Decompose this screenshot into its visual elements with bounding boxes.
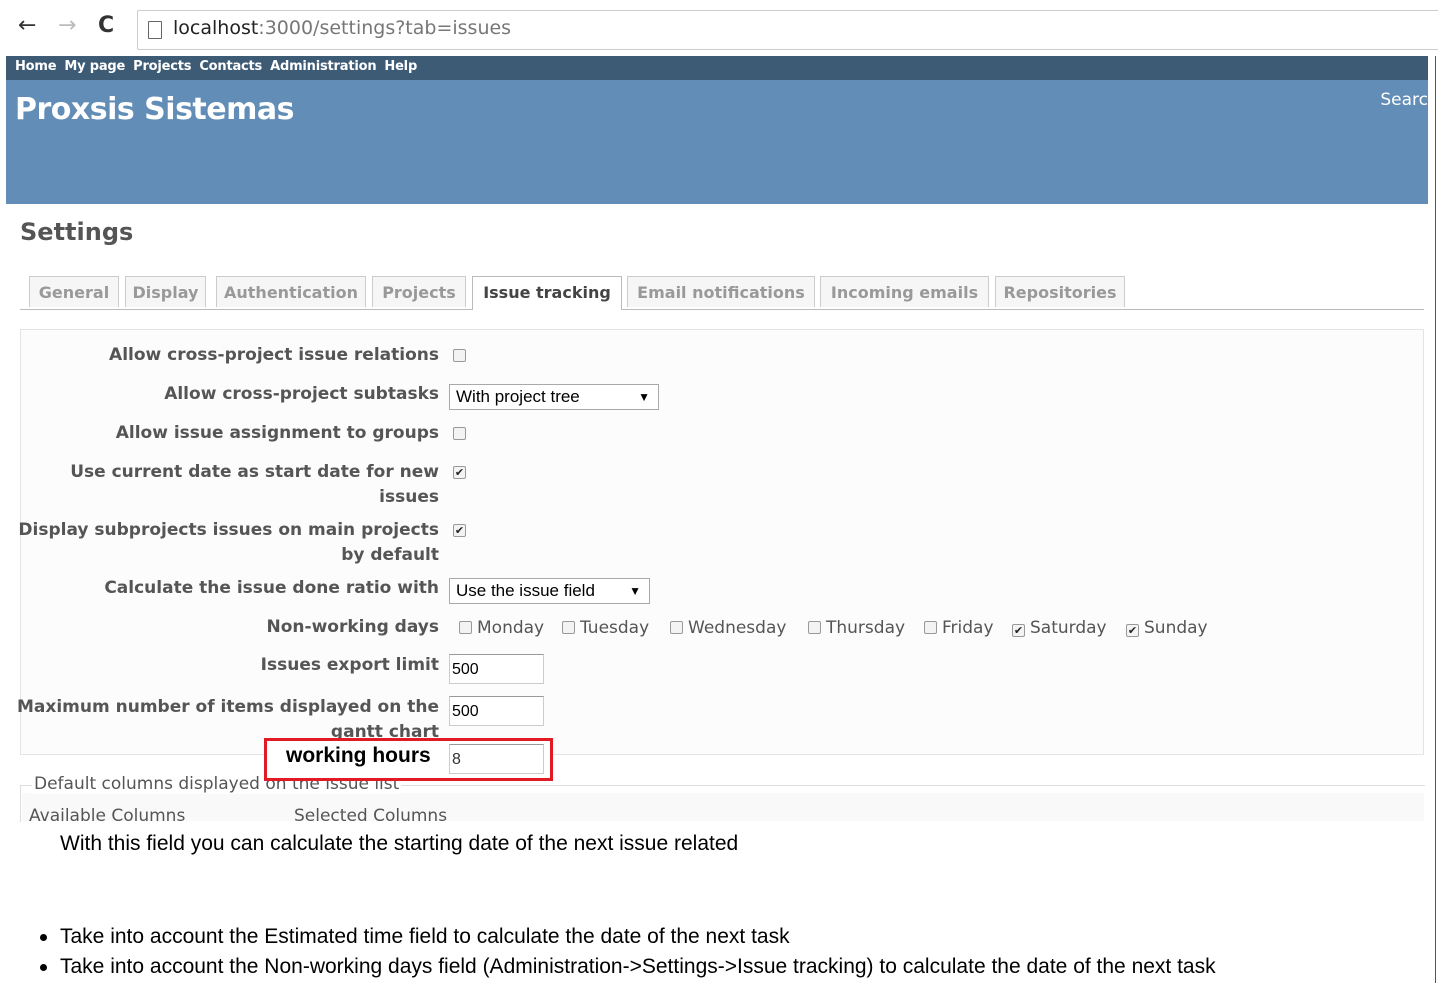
available-columns-label: Available Columns bbox=[29, 806, 186, 821]
menu-administration[interactable]: Administration bbox=[270, 56, 376, 78]
browser-toolbar: ← → C localhost:3000/settings?tab=issues bbox=[0, 0, 1438, 56]
menu-home[interactable]: Home bbox=[15, 56, 57, 78]
day-sunday-label: Sunday bbox=[1144, 618, 1208, 638]
url-text: localhost:3000/settings?tab=issues bbox=[173, 17, 511, 39]
day-monday-checkbox[interactable] bbox=[459, 621, 472, 634]
tab-incoming-emails[interactable]: Incoming emails bbox=[820, 276, 989, 307]
day-saturday[interactable]: ✔ Saturday bbox=[1012, 618, 1107, 638]
menu-projects[interactable]: Projects bbox=[133, 56, 191, 78]
day-monday[interactable]: Monday bbox=[459, 618, 544, 638]
assignment-to-groups-label: Allow issue assignment to groups bbox=[115, 423, 439, 443]
tab-email-notifications[interactable]: Email notifications bbox=[627, 276, 815, 307]
day-friday[interactable]: Friday bbox=[924, 618, 994, 638]
chevron-down-icon: ▼ bbox=[638, 390, 650, 404]
current-date-start-checkbox[interactable]: ✔ bbox=[453, 466, 466, 479]
day-saturday-checkbox[interactable]: ✔ bbox=[1012, 624, 1025, 637]
columns-fieldset-content: Available Columns Selected Columns bbox=[22, 793, 1424, 821]
working-hours-label: working hours bbox=[286, 744, 431, 767]
selected-columns-label: Selected Columns bbox=[294, 806, 448, 821]
cross-project-subtasks-select[interactable]: With project tree ▼ bbox=[449, 384, 659, 410]
gantt-items-input[interactable]: 500 bbox=[449, 696, 544, 726]
working-hours-input[interactable]: 8 bbox=[449, 744, 544, 774]
tab-display[interactable]: Display bbox=[125, 276, 206, 307]
current-date-start-label-line2: issues bbox=[379, 487, 439, 507]
day-monday-label: Monday bbox=[477, 618, 545, 638]
search-label: Searc bbox=[1380, 90, 1428, 110]
feature-list: Take into account the Estimated time fie… bbox=[38, 922, 1216, 982]
reload-icon[interactable]: C bbox=[98, 14, 114, 38]
url-path: :3000/settings?tab=issues bbox=[258, 17, 512, 39]
current-date-start-label-line1: Use current date as start date for new bbox=[70, 462, 439, 482]
non-working-days-label: Non-working days bbox=[266, 617, 439, 637]
assignment-to-groups-checkbox[interactable] bbox=[453, 427, 466, 440]
list-item: Take into account the Non-working days f… bbox=[38, 952, 1216, 982]
tab-issue-tracking[interactable]: Issue tracking bbox=[472, 276, 622, 310]
address-bar[interactable]: localhost:3000/settings?tab=issues bbox=[137, 10, 1438, 50]
menu-contacts[interactable]: Contacts bbox=[199, 56, 262, 78]
export-limit-label: Issues export limit bbox=[260, 655, 439, 675]
current-date-start-label: Use current date as start date for new is… bbox=[70, 460, 439, 510]
chevron-down-icon: ▼ bbox=[629, 584, 641, 598]
export-limit-input[interactable]: 500 bbox=[449, 654, 544, 684]
day-friday-checkbox[interactable] bbox=[924, 621, 937, 634]
page-icon bbox=[148, 21, 162, 39]
cross-project-subtasks-label: Allow cross-project subtasks bbox=[164, 384, 439, 404]
list-item: Take into account the Estimated time fie… bbox=[38, 922, 1216, 952]
done-ratio-value: Use the issue field bbox=[456, 581, 595, 600]
day-wednesday-checkbox[interactable] bbox=[670, 621, 683, 634]
day-thursday-label: Thursday bbox=[826, 618, 906, 638]
tab-authentication[interactable]: Authentication bbox=[216, 276, 366, 307]
display-subprojects-checkbox[interactable]: ✔ bbox=[453, 524, 466, 537]
cross-project-relations-label: Allow cross-project issue relations bbox=[109, 345, 439, 365]
settings-tabs: General Display Authentication Projects … bbox=[20, 276, 1424, 310]
back-arrow-icon[interactable]: ← bbox=[18, 14, 36, 38]
menu-my-page[interactable]: My page bbox=[64, 56, 125, 78]
menu-help[interactable]: Help bbox=[384, 56, 417, 78]
done-ratio-select[interactable]: Use the issue field ▼ bbox=[449, 578, 650, 604]
day-thursday-checkbox[interactable] bbox=[808, 621, 821, 634]
tab-general[interactable]: General bbox=[29, 276, 119, 307]
page-title: Settings bbox=[20, 218, 134, 246]
day-friday-label: Friday bbox=[942, 618, 994, 638]
list-item-text: Take into account the Estimated time fie… bbox=[60, 925, 790, 948]
bullet-icon bbox=[40, 964, 47, 971]
forward-arrow-icon[interactable]: → bbox=[58, 14, 76, 38]
day-sunday[interactable]: ✔ Sunday bbox=[1126, 618, 1208, 638]
cross-project-relations-checkbox[interactable] bbox=[453, 349, 466, 362]
display-subprojects-label-line1: Display subprojects issues on main proje… bbox=[18, 520, 439, 540]
site-title[interactable]: Proxsis Sistemas bbox=[15, 92, 294, 127]
day-thursday[interactable]: Thursday bbox=[808, 618, 905, 638]
description-text: With this field you can calculate the st… bbox=[60, 832, 739, 855]
tab-projects[interactable]: Projects bbox=[372, 276, 466, 307]
day-tuesday-label: Tuesday bbox=[580, 618, 650, 638]
list-item-text: Take into account the Non-working days f… bbox=[60, 955, 1216, 978]
bullet-icon bbox=[40, 934, 47, 941]
day-wednesday-label: Wednesday bbox=[688, 618, 787, 638]
url-host: localhost bbox=[173, 17, 259, 39]
top-menu: Home My page Projects Contacts Administr… bbox=[6, 56, 1428, 80]
done-ratio-label: Calculate the issue done ratio with bbox=[104, 578, 439, 598]
site-header: Proxsis Sistemas Searc bbox=[6, 80, 1428, 204]
tab-repositories[interactable]: Repositories bbox=[995, 276, 1125, 307]
gantt-items-label-line1: Maximum number of items displayed on the bbox=[17, 697, 439, 717]
frame-border bbox=[1435, 0, 1436, 983]
day-tuesday[interactable]: Tuesday bbox=[562, 618, 649, 638]
display-subprojects-label-line2: by default bbox=[341, 545, 439, 565]
day-sunday-checkbox[interactable]: ✔ bbox=[1126, 624, 1139, 637]
day-saturday-label: Saturday bbox=[1030, 618, 1107, 638]
display-subprojects-label: Display subprojects issues on main proje… bbox=[18, 518, 439, 568]
day-tuesday-checkbox[interactable] bbox=[562, 621, 575, 634]
cross-project-subtasks-value: With project tree bbox=[456, 387, 580, 406]
day-wednesday[interactable]: Wednesday bbox=[670, 618, 786, 638]
